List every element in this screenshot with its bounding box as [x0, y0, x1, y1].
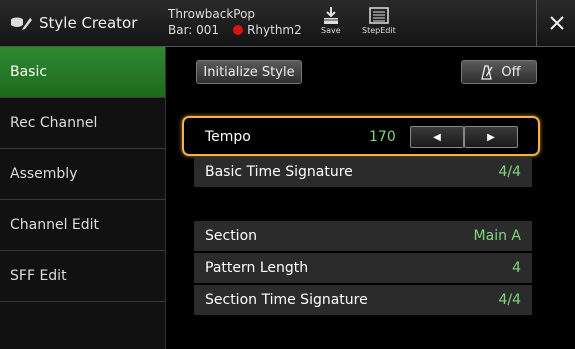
step-edit-icon	[369, 7, 389, 24]
section-row[interactable]: Section Main A	[194, 221, 532, 251]
basic-time-signature-row[interactable]: Basic Time Signature 4/4	[194, 157, 532, 187]
right-arrow-icon: ▶	[487, 131, 495, 143]
sidebar-item-label: SFF Edit	[10, 268, 67, 284]
sidebar-item-rec-channel[interactable]: Rec Channel	[0, 98, 165, 149]
style-creator-icon	[9, 14, 33, 32]
song-name: ThrowbackPop	[168, 7, 256, 21]
close-icon	[549, 16, 564, 30]
section-value: Main A	[473, 228, 521, 244]
sidebar-item-sff-edit[interactable]: SFF Edit	[0, 251, 165, 302]
section-label: Section	[205, 228, 258, 244]
basic-time-signature-value: 4/4	[498, 164, 521, 180]
section-time-signature-row[interactable]: Section Time Signature 4/4	[194, 285, 532, 315]
rec-channel-name: Rhythm2	[247, 23, 302, 37]
tempo-decrease-button[interactable]: ◀	[410, 126, 464, 148]
sidebar-item-basic[interactable]: Basic	[0, 47, 165, 98]
sidebar-item-label: Basic	[10, 64, 48, 80]
section-time-signature-value: 4/4	[498, 292, 521, 308]
title-bar: Style Creator ThrowbackPop Bar: 001 Rhyt…	[0, 0, 575, 47]
initialize-style-label: Initialize Style	[203, 64, 295, 80]
tempo-increase-button[interactable]: ▶	[464, 126, 518, 148]
sidebar-item-label: Assembly	[10, 166, 78, 182]
metronome-icon	[481, 65, 493, 80]
song-info: ThrowbackPop Bar: 001 Rhythm2	[168, 6, 302, 38]
app-title: Style Creator	[0, 0, 165, 46]
tempo-label: Tempo	[205, 129, 251, 145]
tempo-value: 170	[369, 129, 396, 145]
main-content: Initialize Style Off Tempo 170 ◀ ▶ Basic…	[166, 47, 575, 349]
stepedit-button[interactable]: StepEdit	[362, 6, 396, 35]
save-label: Save	[321, 26, 341, 35]
sidebar-item-label: Rec Channel	[10, 115, 98, 131]
metronome-button[interactable]: Off	[461, 60, 537, 84]
close-button[interactable]	[536, 0, 575, 46]
left-arrow-icon: ◀	[433, 131, 441, 143]
sidebar: Basic Rec Channel Assembly Channel Edit …	[0, 47, 166, 349]
initialize-style-button[interactable]: Initialize Style	[196, 60, 302, 84]
stepedit-label: StepEdit	[362, 26, 396, 35]
sidebar-item-assembly[interactable]: Assembly	[0, 149, 165, 200]
sidebar-item-label: Channel Edit	[10, 217, 100, 233]
pattern-length-label: Pattern Length	[205, 260, 309, 276]
tempo-row[interactable]: Tempo 170	[194, 122, 396, 152]
pattern-length-value: 4	[512, 260, 521, 276]
bar-counter: Bar: 001	[168, 23, 220, 37]
pattern-length-row[interactable]: Pattern Length 4	[194, 253, 532, 283]
basic-time-signature-label: Basic Time Signature	[205, 164, 353, 180]
save-button[interactable]: Save	[321, 6, 341, 35]
sidebar-item-channel-edit[interactable]: Channel Edit	[0, 200, 165, 251]
metronome-state: Off	[501, 64, 521, 80]
app-title-label: Style Creator	[39, 14, 138, 32]
section-time-signature-label: Section Time Signature	[205, 292, 368, 308]
save-icon	[323, 7, 338, 24]
record-indicator-icon	[233, 25, 244, 35]
